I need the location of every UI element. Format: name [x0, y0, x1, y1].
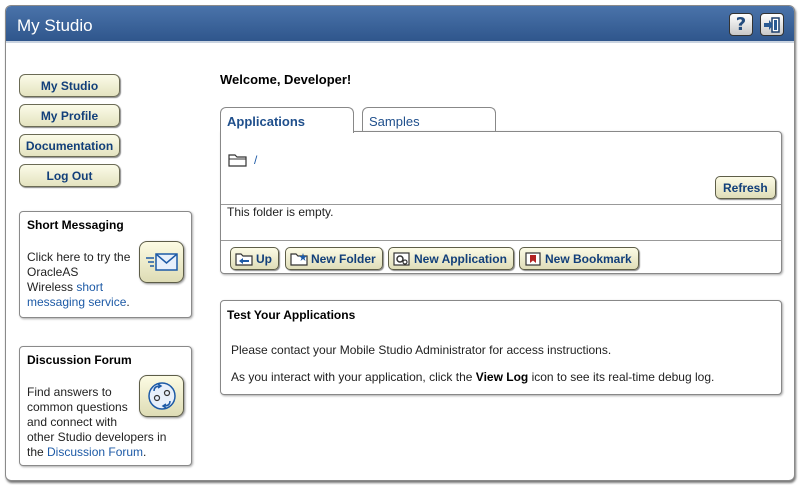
refresh-button[interactable]: Refresh: [715, 176, 776, 199]
discussion-line-text: the: [27, 445, 48, 459]
up-button-label: Up: [256, 251, 272, 266]
discussion-forum-link[interactable]: Discussion Forum: [47, 445, 143, 459]
short-messaging-box: Short Messaging Click here to try the Or…: [19, 211, 192, 318]
short-messaging-link-2[interactable]: messaging service: [27, 295, 126, 309]
new-bookmark-button[interactable]: New Bookmark: [519, 247, 639, 270]
folder-path: /: [228, 152, 257, 167]
discussion-line: the Discussion Forum.: [27, 445, 166, 460]
nav-documentation-button[interactable]: Documentation: [19, 134, 120, 157]
new-application-button-label: New Application: [414, 251, 507, 266]
short-messaging-icon-button[interactable]: [139, 241, 184, 283]
new-bookmark-button-label: New Bookmark: [545, 251, 632, 266]
folder-path-text[interactable]: /: [254, 153, 257, 167]
short-messaging-line: OracleAS: [27, 265, 79, 279]
welcome-heading: Welcome, Developer!: [220, 72, 352, 87]
exit-icon: [764, 16, 780, 33]
test-view-log-hint: As you interact with your application, c…: [231, 370, 714, 384]
window-title: My Studio: [17, 16, 93, 35]
discussion-tail: .: [143, 445, 147, 459]
new-folder-icon: [290, 251, 308, 266]
envelope-icon: [145, 253, 178, 271]
studio-window: My Studio ? My Studio My Profile Documen…: [5, 5, 795, 481]
tab-samples[interactable]: Samples: [362, 107, 496, 132]
up-button[interactable]: Up: [230, 247, 279, 270]
forum-icon: [147, 382, 176, 410]
discussion-forum-icon-button[interactable]: [139, 375, 184, 417]
test-applications-panel: Test Your Applications Please contact yo…: [220, 300, 782, 395]
new-application-icon: [393, 251, 411, 266]
discussion-forum-box: Discussion Forum Find answers to common …: [19, 346, 192, 466]
short-messaging-tail: .: [126, 295, 130, 309]
short-messaging-line-text: Wireless: [27, 280, 77, 294]
up-folder-icon: [235, 251, 253, 266]
short-messaging-heading: Short Messaging: [27, 218, 124, 232]
test-hint-pre: As you interact with your application, c…: [231, 370, 476, 384]
view-log-label: View Log: [475, 370, 529, 384]
new-bookmark-icon: [524, 251, 542, 266]
short-messaging-line: Click here to try the: [27, 250, 131, 264]
title-bar: My Studio ?: [6, 6, 794, 43]
refresh-button-label: Refresh: [723, 180, 768, 195]
applications-panel: / Refresh This folder is empty. Up New F…: [220, 131, 782, 274]
new-folder-button-label: New Folder: [311, 251, 376, 266]
folder-icon: [228, 154, 247, 167]
nav-my-profile-button[interactable]: My Profile: [19, 104, 120, 127]
test-hint-post: icon to see its real-time debug log.: [528, 370, 715, 384]
short-messaging-line: Wireless short: [27, 280, 130, 295]
nav-my-studio-button[interactable]: My Studio: [19, 74, 120, 97]
discussion-line: other Studio developers in: [27, 430, 167, 444]
new-application-button[interactable]: New Application: [388, 247, 514, 270]
empty-folder-message: This folder is empty.: [227, 205, 334, 219]
nav-log-out-button[interactable]: Log Out: [19, 164, 120, 187]
short-messaging-line: messaging service.: [27, 295, 130, 310]
new-folder-button[interactable]: New Folder: [285, 247, 383, 270]
exit-button[interactable]: [760, 13, 784, 36]
discussion-forum-heading: Discussion Forum: [27, 353, 132, 367]
discussion-line: and connect with: [27, 415, 118, 429]
test-instructions: Please contact your Mobile Studio Admini…: [231, 343, 612, 357]
tab-applications[interactable]: Applications: [220, 107, 354, 133]
test-applications-heading: Test Your Applications: [227, 308, 356, 322]
short-messaging-text: Click here to try the OracleAS Wireless …: [27, 250, 130, 310]
short-messaging-link-1[interactable]: short: [76, 280, 103, 294]
divider: [221, 240, 781, 241]
help-button[interactable]: ?: [729, 13, 753, 36]
help-icon: ?: [735, 14, 747, 35]
